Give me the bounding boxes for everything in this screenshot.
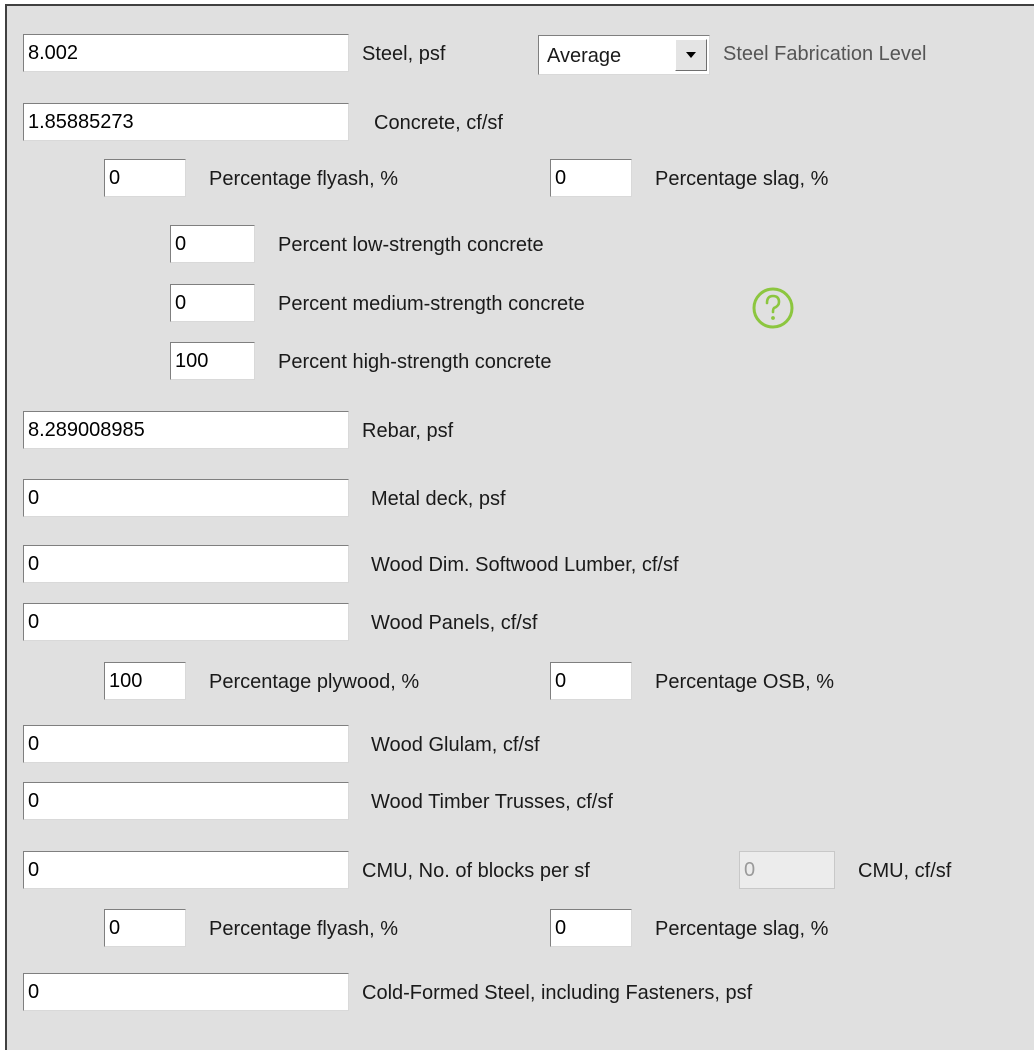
concrete-slag-input[interactable]: 0 [550,159,632,197]
wood-glulam-label: Wood Glulam, cf/sf [371,734,540,756]
wood-glulam-input[interactable]: 0 [23,725,349,763]
help-question-icon[interactable] [750,285,796,331]
concrete-flyash-label: Percentage flyash, % [209,168,398,190]
wood-trusses-input[interactable]: 0 [23,782,349,820]
concrete-input[interactable]: 1.85885273 [23,103,349,141]
cmu-cf-label: CMU, cf/sf [858,860,952,882]
concrete-label: Concrete, cf/sf [374,112,503,134]
wood-panels-input[interactable]: 0 [23,603,349,641]
rebar-label: Rebar, psf [362,420,454,442]
high-strength-label: Percent high-strength concrete [278,351,552,373]
wood-dim-lumber-label: Wood Dim. Softwood Lumber, cf/sf [371,554,679,576]
steel-label: Steel, psf [362,43,446,65]
metal-deck-input[interactable]: 0 [23,479,349,517]
rebar-input[interactable]: 8.289008985 [23,411,349,449]
medium-strength-input[interactable]: 0 [170,284,255,322]
plywood-label: Percentage plywood, % [209,671,420,693]
steel-input[interactable]: 8.002 [23,34,349,72]
wood-trusses-label: Wood Timber Trusses, cf/sf [371,791,613,813]
cmu-cf-input: 0 [739,851,835,889]
cmu-flyash-input[interactable]: 0 [104,909,186,947]
steel-fabrication-select[interactable]: Average [538,35,710,75]
low-strength-input[interactable]: 0 [170,225,255,263]
concrete-flyash-input[interactable]: 0 [104,159,186,197]
high-strength-input[interactable]: 100 [170,342,255,380]
concrete-slag-label: Percentage slag, % [655,168,829,190]
dropdown-arrow-icon[interactable] [675,39,707,71]
cmu-flyash-label: Percentage flyash, % [209,918,398,940]
steel-fabrication-value: Average [547,45,622,67]
low-strength-label: Percent low-strength concrete [278,234,544,256]
metal-deck-label: Metal deck, psf [371,488,506,510]
cmu-blocks-input[interactable]: 0 [23,851,349,889]
materials-panel: 8.002 Steel, psf Average Steel Fabricati… [5,4,1034,1050]
cold-formed-steel-input[interactable]: 0 [23,973,349,1011]
wood-dim-lumber-input[interactable]: 0 [23,545,349,583]
medium-strength-label: Percent medium-strength concrete [278,293,585,315]
cmu-slag-label: Percentage slag, % [655,918,829,940]
cmu-slag-input[interactable]: 0 [550,909,632,947]
osb-label: Percentage OSB, % [655,671,834,693]
plywood-input[interactable]: 100 [104,662,186,700]
cold-formed-steel-label: Cold-Formed Steel, including Fasteners, … [362,982,753,1004]
osb-input[interactable]: 0 [550,662,632,700]
wood-panels-label: Wood Panels, cf/sf [371,612,538,634]
cmu-blocks-label: CMU, No. of blocks per sf [362,860,590,882]
steel-fabrication-label: Steel Fabrication Level [723,43,927,65]
